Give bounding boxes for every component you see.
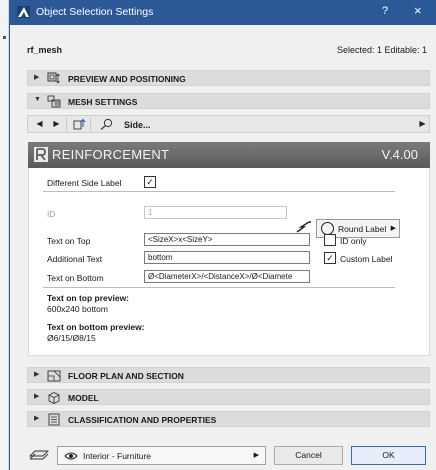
bottom-preview-value: Ø6/15/Ø8/15 xyxy=(47,333,96,343)
reinforcement-banner: REINFORCEMENT V.4.00 xyxy=(28,142,430,168)
separator xyxy=(66,118,67,131)
collapsed-arrow-icon: ▶ xyxy=(34,415,40,422)
window-title: Object Selection Settings xyxy=(36,6,154,18)
archicad-app-icon xyxy=(17,6,30,18)
banner-version: V.4.00 xyxy=(381,147,418,162)
next-page-icon[interactable]: ▶ xyxy=(50,118,63,130)
section-label: FLOOR PLAN AND SECTION xyxy=(68,371,184,381)
additional-text-field[interactable]: bottom xyxy=(144,251,310,264)
divider xyxy=(43,191,395,192)
expanded-arrow-icon: ▼ xyxy=(34,96,41,103)
object-name: rf_mesh xyxy=(27,45,63,55)
text-on-top-field[interactable]: <SizeX>x<SizeY> xyxy=(144,233,310,246)
bottom-preview-title: Text on bottom preview: xyxy=(47,322,145,332)
model-cube-icon xyxy=(48,391,60,404)
current-page-label[interactable]: Side... xyxy=(124,120,151,130)
reinforcement-logo-icon xyxy=(34,147,48,162)
previous-page-icon[interactable]: ◀ xyxy=(33,118,46,130)
layer-dropdown[interactable]: Interior - Furniture ▶ xyxy=(57,446,266,465)
round-label-text: Round Label xyxy=(338,224,387,234)
top-preview-title: Text on top preview: xyxy=(47,293,130,303)
id-only-label: ID only xyxy=(340,236,367,246)
edge-marker xyxy=(3,36,6,39)
help-button[interactable]: ? xyxy=(382,5,388,17)
section-mesh-settings[interactable]: ▼ MESH SETTINGS xyxy=(27,93,430,109)
dropdown-arrow-icon: ▶ xyxy=(390,225,396,232)
title-bar[interactable]: Object Selection Settings ? × xyxy=(10,0,436,25)
floor-plan-icon xyxy=(47,370,61,382)
banner-title: REINFORCEMENT xyxy=(52,147,170,162)
layer-name: Interior - Furniture xyxy=(83,451,152,461)
background-window-edge xyxy=(0,0,9,470)
label-pointer-icon[interactable] xyxy=(296,220,312,234)
section-model[interactable]: ▶ MODEL xyxy=(27,389,430,405)
collapsed-arrow-icon: ▶ xyxy=(34,371,40,378)
top-preview-value: 600x240 bottom xyxy=(47,304,108,314)
section-classification-and-properties[interactable]: ▶ CLASSIFICATION AND PROPERTIES xyxy=(27,411,430,427)
object-selection-settings-dialog: Object Selection Settings ? × rf_mesh Se… xyxy=(9,0,436,470)
selection-count: Selected: 1 Editable: 1 xyxy=(336,45,427,55)
section-label: MESH SETTINGS xyxy=(68,97,138,107)
preview-positioning-icon xyxy=(47,72,60,84)
collapsed-arrow-icon: ▶ xyxy=(34,393,40,400)
page-navigation-bar: ◀ ▶ Side... ▶ xyxy=(27,115,430,133)
eye-icon[interactable] xyxy=(64,451,78,461)
classification-icon xyxy=(48,413,60,426)
custom-label-checkbox[interactable]: ✓ xyxy=(324,252,336,264)
text-on-top-label: Text on Top xyxy=(47,236,91,246)
text-on-bottom-field[interactable]: Ø<DiameterX>/<DistanceX>/Ø<Diamete xyxy=(144,270,310,283)
id-label: ID xyxy=(47,209,56,219)
divider xyxy=(43,287,395,288)
mesh-settings-icon xyxy=(47,95,61,108)
section-floor-plan-and-section[interactable]: ▶ FLOOR PLAN AND SECTION xyxy=(27,367,430,383)
close-button[interactable]: × xyxy=(414,3,422,18)
layer-icon xyxy=(29,450,49,460)
section-label: PREVIEW AND POSITIONING xyxy=(68,74,186,84)
page-search-icon[interactable] xyxy=(99,118,115,130)
id-field[interactable]: 1 xyxy=(144,206,287,219)
custom-label-label: Custom Label xyxy=(340,254,393,264)
different-side-label-checkbox[interactable]: ✓ xyxy=(144,176,156,188)
section-label: CLASSIFICATION AND PROPERTIES xyxy=(68,415,217,425)
ok-button[interactable]: OK xyxy=(351,446,426,465)
page-menu-arrow-icon[interactable]: ▶ xyxy=(416,118,429,130)
section-preview-and-positioning[interactable]: ▶ PREVIEW AND POSITIONING xyxy=(27,70,430,86)
id-only-checkbox[interactable] xyxy=(324,234,336,246)
dropdown-arrow-icon: ▶ xyxy=(253,452,259,459)
separator xyxy=(90,118,91,131)
section-label: MODEL xyxy=(68,393,99,403)
page-up-icon[interactable] xyxy=(73,118,86,130)
additional-text-label: Additional Text xyxy=(47,254,103,264)
collapsed-arrow-icon: ▶ xyxy=(34,74,40,81)
cancel-button[interactable]: Cancel xyxy=(274,446,343,465)
different-side-label-text: Different Side Label xyxy=(47,178,122,188)
text-on-bottom-label: Text on Bottom xyxy=(47,273,104,283)
